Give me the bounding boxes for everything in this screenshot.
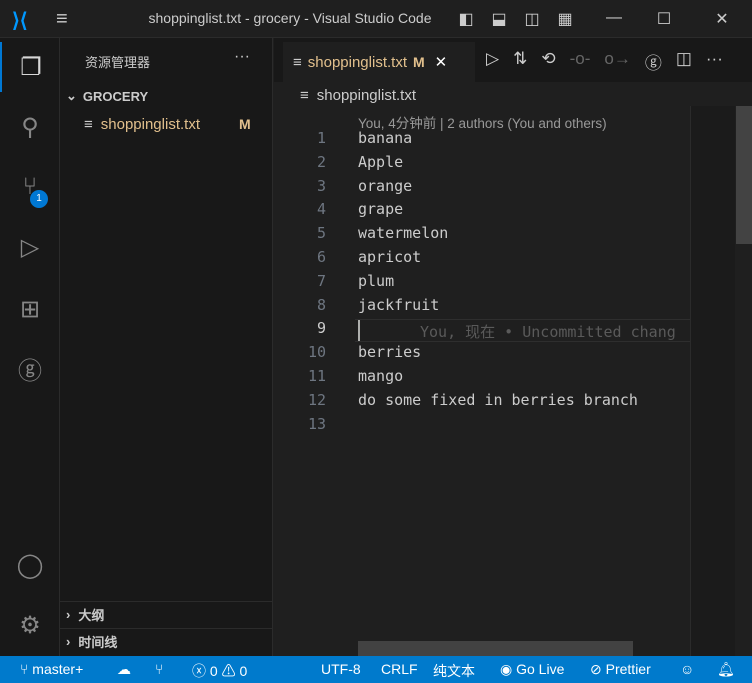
toggle-panel-icon[interactable]: ⬓ (489, 9, 509, 29)
code-line[interactable]: apricot (358, 248, 421, 266)
publish-cloud-icon[interactable]: ☁ (117, 661, 131, 678)
branch-button[interactable]: ⑂ master+ (20, 661, 83, 677)
close-tab-button[interactable]: ✕ (435, 53, 448, 71)
line-number: 4 (316, 200, 326, 219)
code-line[interactable]: jackfruit (358, 296, 439, 314)
prettier-disabled-icon: ⊘ (590, 661, 602, 677)
horizontal-scrollbar[interactable] (358, 641, 633, 656)
gitlens-icon[interactable]: ⓖ (0, 343, 60, 393)
code-line[interactable]: grape (358, 200, 403, 218)
file-text-icon: ≡ (300, 87, 309, 104)
more-actions-button[interactable]: ··· (234, 48, 250, 66)
extensions-icon[interactable]: ⊞ (0, 284, 60, 334)
explorer-title: 资源管理器 (85, 55, 151, 70)
line-number: 6 (316, 248, 326, 266)
folder-grocery[interactable]: ⌄ GROCERY (60, 86, 272, 106)
source-control-icon[interactable]: ⑂ (0, 162, 60, 212)
tab-shoppinglist[interactable]: ≡ shoppinglist.txt M ✕ (283, 42, 475, 82)
feedback-icon[interactable]: ☺ (680, 661, 694, 677)
file-text-icon: ≡ (293, 53, 302, 71)
code-line[interactable]: plum (358, 272, 394, 290)
explorer-icon[interactable]: ❐ (0, 42, 60, 92)
compare-changes-icon[interactable]: ⇅ (513, 49, 527, 74)
encoding-button[interactable]: UTF-8 (321, 661, 361, 677)
accounts-icon[interactable]: ◯ (0, 540, 60, 590)
minimap[interactable] (690, 106, 735, 656)
line-number: 2 (316, 152, 326, 171)
code-line[interactable]: do some fixed in berries branch (358, 391, 638, 409)
line-number: 3 (316, 176, 326, 195)
search-icon[interactable]: ⚲ (0, 102, 60, 152)
title-bar: ⟩⟨ ≡ shoppinglist.txt - grocery - Visual… (0, 0, 752, 38)
toggle-primary-sidebar-icon[interactable]: ◧ (456, 9, 476, 29)
settings-gear-icon[interactable]: ⚙ (0, 600, 60, 650)
toggle-blame-icon[interactable]: -o- (570, 49, 591, 74)
scrollbar-thumb[interactable] (736, 106, 752, 244)
notifications-bell-icon[interactable]: 🔔︎ (717, 661, 735, 678)
go-live-button[interactable]: ◉ Go Live (500, 661, 564, 678)
git-branch-icon: ⑂ (20, 661, 29, 677)
code-line[interactable]: Apple (358, 153, 403, 171)
outline-section[interactable]: › 大纲 (60, 601, 272, 627)
line-number: 10 (307, 343, 326, 362)
code-line[interactable]: orange (358, 177, 412, 195)
eol-button[interactable]: CRLF (381, 661, 418, 677)
code-line[interactable]: banana (358, 129, 412, 147)
broadcast-icon: ◉ (500, 661, 513, 677)
chevron-right-icon: › (66, 634, 71, 649)
vertical-scrollbar[interactable] (736, 106, 752, 656)
customize-layout-icon[interactable]: ▦ (555, 9, 575, 29)
chevron-down-icon: ⌄ (66, 88, 77, 103)
timeline-section[interactable]: › 时间线 (60, 628, 272, 654)
minimize-button[interactable]: — (604, 9, 624, 29)
code-line[interactable]: berries (358, 343, 421, 361)
line-number: 12 (307, 390, 326, 409)
prettier-button[interactable]: ⊘ Prettier (590, 661, 651, 678)
problems-button[interactable]: ⓧ 0 ⚠ 0 (192, 661, 247, 681)
line-number: 7 (316, 271, 326, 290)
more-actions-icon[interactable]: ··· (706, 49, 723, 74)
run-debug-icon[interactable]: ▷ (0, 222, 60, 272)
run-icon[interactable]: ▷ (486, 49, 499, 74)
previous-change-icon[interactable]: ⟲ (541, 49, 555, 74)
line-number: 9 (316, 319, 326, 338)
line-number: 8 (316, 295, 326, 314)
toggle-secondary-sidebar-icon[interactable]: ◫ (522, 9, 542, 29)
gitlens-inspect-icon[interactable]: ⓖ (645, 49, 662, 74)
explorer-sidebar: 资源管理器 ··· ⌄ GROCERY ≡ shoppinglist.txt M … (60, 38, 273, 656)
maximize-button[interactable]: ☐ (654, 9, 674, 29)
line-number: 5 (316, 224, 326, 243)
git-graph-icon[interactable]: ⑂ (155, 661, 163, 677)
status-bar: ⑂ master+ ☁ ⑂ ⓧ 0 ⚠ 0 UTF-8 CRLF 纯文本 ◉ G… (0, 656, 752, 683)
file-text-icon: ≡ (84, 115, 93, 133)
line-number: 1 (316, 129, 326, 147)
code-line[interactable]: mango (358, 367, 403, 385)
next-change-icon[interactable]: o→ (604, 49, 630, 74)
code-line[interactable]: watermelon (358, 224, 448, 242)
inline-blame: You, 现在 • Uncommitted chang (420, 323, 676, 341)
chevron-right-icon: › (66, 607, 71, 622)
language-mode-button[interactable]: 纯文本 (433, 661, 475, 681)
line-number: 11 (307, 367, 326, 385)
split-editor-icon[interactable]: ◫ (676, 49, 692, 74)
line-number: 13 (307, 414, 326, 433)
file-shoppinglist[interactable]: ≡ shoppinglist.txt M (60, 113, 272, 135)
text-cursor (358, 320, 360, 341)
scm-badge: 1 (30, 190, 48, 208)
breadcrumb[interactable]: ≡ shoppinglist.txt (300, 87, 416, 104)
close-window-button[interactable]: ✕ (712, 9, 732, 29)
